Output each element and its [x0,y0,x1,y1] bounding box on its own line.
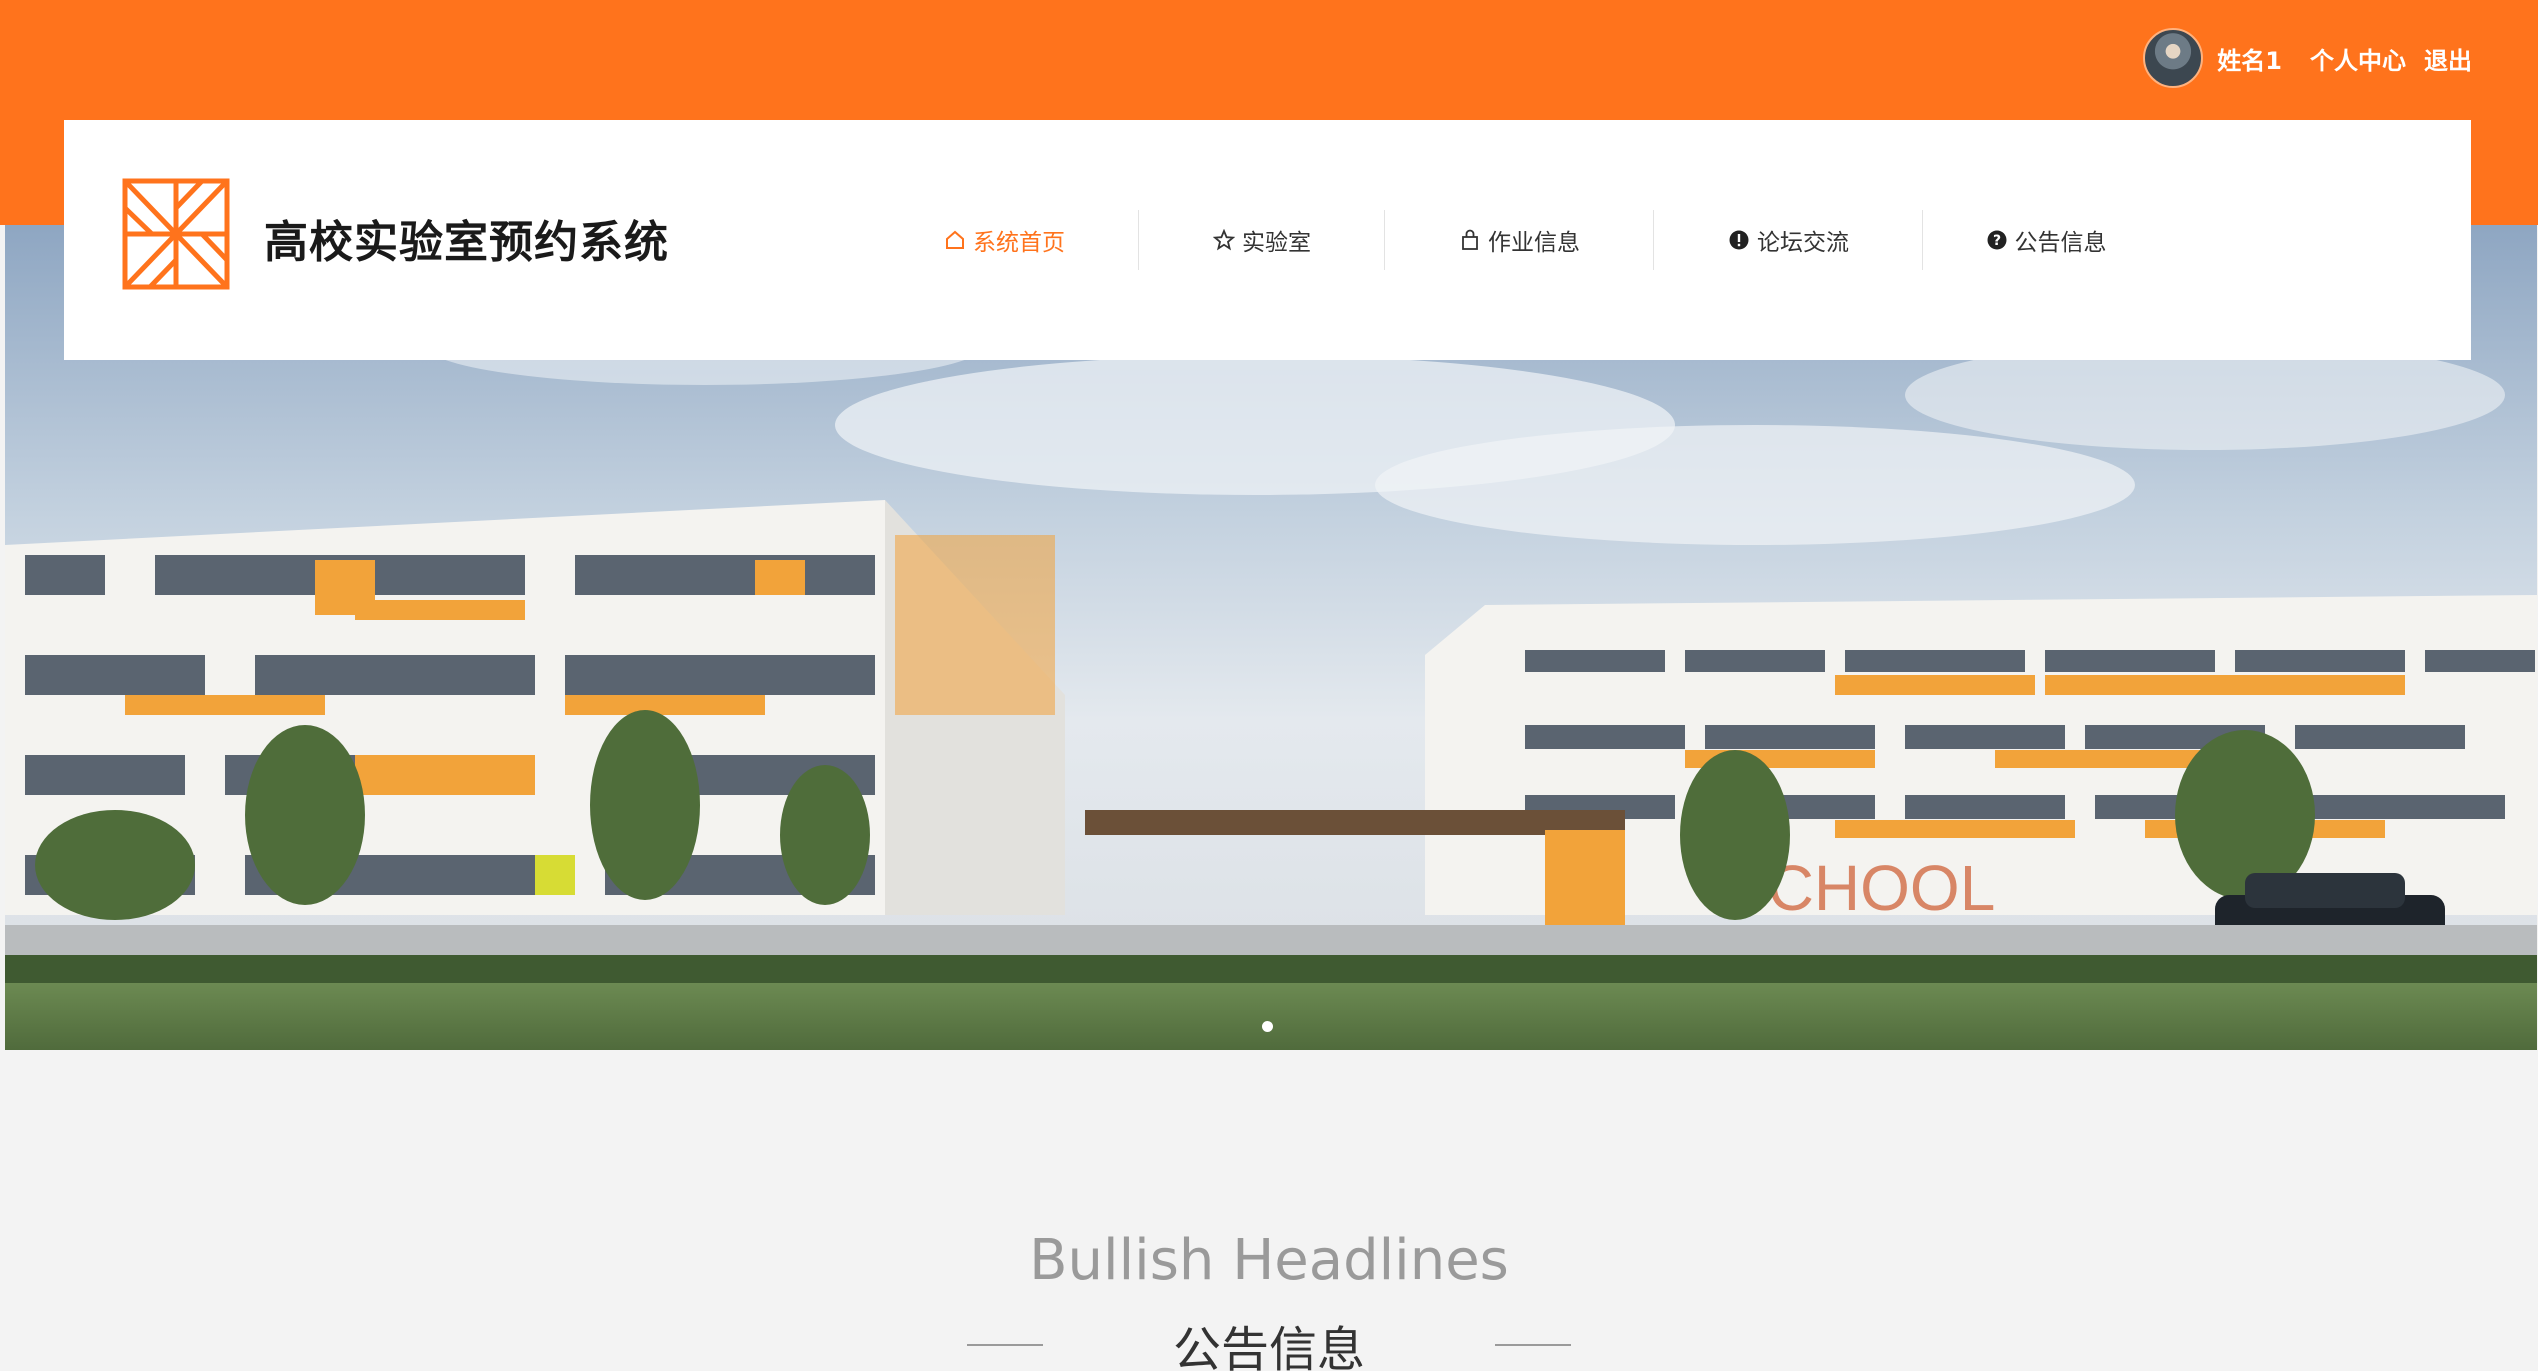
nav-item-home[interactable]: 系统首页 [870,210,1138,270]
main-nav: 系统首页 实验室 作业信息 论坛交流 ? 公告信息 [870,210,2168,270]
section-subtitle-en: Bullish Headlines [1029,1228,1509,1293]
exclamation-circle-icon [1727,228,1751,252]
user-name[interactable]: 姓名1 [2217,41,2282,76]
question-circle-icon: ? [1985,228,2009,252]
user-area: 姓名1 个人中心 退出 [2143,28,2472,88]
nav-item-label: 论坛交流 [1757,230,1849,256]
carousel-indicator-dot[interactable] [1262,1021,1273,1032]
page: 姓名1 个人中心 退出 SCHOOL 高校实验室预约系统 系统首页 实验室 作业… [0,0,2538,1371]
home-icon [943,228,967,252]
section-title-cn: 公告信息 [1172,1322,1365,1371]
svg-text:?: ? [1992,233,2000,249]
user-avatar[interactable] [2143,28,2204,88]
nav-item-notice[interactable]: ? 公告信息 [1923,210,2168,270]
nav-item-label: 实验室 [1242,230,1311,256]
nav-item-label: 公告信息 [2014,230,2107,256]
site-title: 高校实验室预约系统 [264,217,669,268]
nav-item-label: 作业信息 [1488,230,1580,256]
heading-divider-left [966,1344,1043,1346]
heading-divider-right [1495,1344,1571,1346]
star-icon [1212,228,1236,252]
site-header: 高校实验室预约系统 系统首页 实验室 作业信息 论坛交流 ? 公告信息 [64,120,2471,360]
nav-item-label: 系统首页 [973,230,1065,256]
pinwheel-logo-icon [122,178,230,290]
logout-link[interactable]: 退出 [2424,41,2472,76]
bag-icon [1458,228,1482,252]
nav-item-forum[interactable]: 论坛交流 [1654,210,1922,270]
nav-item-homework[interactable]: 作业信息 [1385,210,1653,270]
profile-link[interactable]: 个人中心 [2310,41,2406,76]
section-heading: 公告信息 [0,1310,2538,1371]
nav-item-lab[interactable]: 实验室 [1139,210,1384,270]
